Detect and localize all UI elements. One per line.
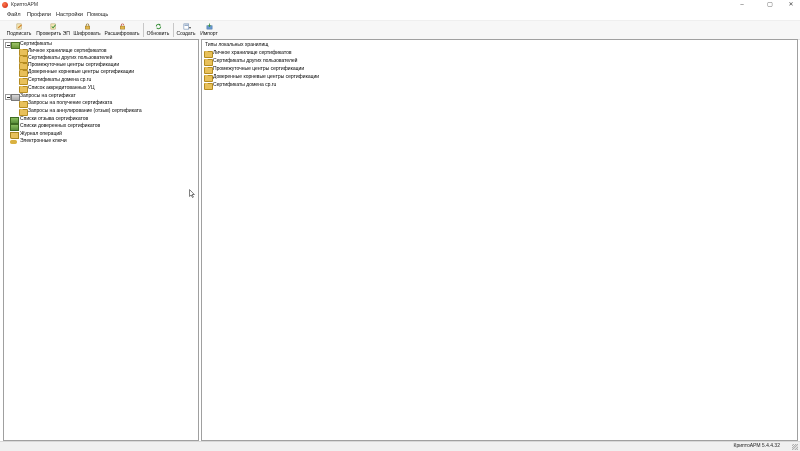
tree-node-revocation-requests[interactable]: Запросы на аннулирование (отзыв) сертифи…: [4, 108, 194, 116]
sign-label: Подписать: [6, 31, 32, 37]
import-button[interactable]: Импорт: [198, 22, 220, 38]
panel-header: Типы локальных хранилищ: [205, 42, 269, 48]
tree-node-revocation-lists[interactable]: Списки отзыва сертификатов: [4, 116, 194, 124]
verify-signature-label: Проверить ЭП: [36, 31, 70, 37]
minimize-button[interactable]: –: [735, 1, 749, 9]
sign-button[interactable]: Подписать: [5, 22, 33, 38]
folder-icon: [204, 58, 213, 66]
tree-node-domain-certs[interactable]: Сертификаты домена cp.ru: [4, 77, 194, 85]
folder-icon: [19, 108, 28, 116]
encrypt-lock-icon: [84, 23, 90, 30]
tree-node-issue-requests[interactable]: Запросы на получение сертификата: [4, 100, 194, 108]
tree-node-accredited-ca[interactable]: Список аккредитованных УЦ: [4, 85, 194, 93]
menu-help[interactable]: Помощь: [87, 12, 108, 18]
folder-icon: [204, 66, 213, 74]
store-types-panel: Типы локальных хранилищ Личное хранилище…: [201, 39, 798, 441]
menu-file[interactable]: Файл: [7, 12, 21, 18]
navigation-tree: Сертификаты Личное хранилище сертификато…: [3, 39, 199, 441]
menu-profiles[interactable]: Профили: [27, 12, 51, 18]
decrypt-unlock-icon: [119, 23, 125, 30]
tree-node-label: Доверенные корневые центры сертификации: [28, 69, 135, 75]
tree-node-label: Журнал операций: [20, 131, 62, 137]
app-logo-icon: [2, 2, 8, 8]
toolbar-separator: [173, 23, 174, 37]
toolbar: Подписать Проверить ЭП Шифровать Расшифр…: [0, 20, 800, 40]
folder-icon: [204, 50, 213, 58]
maximize-button[interactable]: ▢: [763, 1, 777, 9]
tree-node-intermediate-ca[interactable]: Промежуточные центры сертификации: [4, 62, 194, 70]
tree-node-label: Личное хранилище сертификатов: [28, 48, 107, 54]
folder-icon: [19, 69, 28, 77]
tree-node-other-users[interactable]: Сертификаты других пользователей: [4, 55, 194, 63]
verify-signature-button[interactable]: Проверить ЭП: [35, 22, 71, 38]
tree-node-label: Электронные ключи: [20, 138, 67, 144]
tree-node-trusted-root-ca[interactable]: Доверенные корневые центры сертификации: [4, 69, 194, 77]
tree-node-label: Сертификаты: [20, 41, 52, 47]
resize-grip-icon[interactable]: [792, 444, 798, 450]
refresh-icon: [155, 23, 161, 30]
list-item-label: Сертификаты других пользователей: [213, 58, 298, 64]
import-icon: [206, 23, 212, 30]
sign-pen-icon: [16, 23, 22, 30]
key-icon: [10, 139, 17, 144]
create-button[interactable]: ▾ Создать: [175, 22, 197, 38]
tree-node-label: Списки доверенных сертификатов: [20, 123, 101, 129]
menu-bar: Файл Профили Настройки Помощь: [0, 10, 800, 20]
tree-node-label: Сертификаты других пользователей: [28, 55, 113, 61]
window-title: КриптоАРМ: [11, 2, 38, 8]
encrypt-label: Шифровать: [73, 31, 101, 37]
decrypt-button[interactable]: Расшифровать: [103, 22, 141, 38]
chevron-down-icon[interactable]: ▾: [189, 25, 191, 30]
tree-node-label: Сертификаты домена cp.ru: [28, 77, 92, 83]
tree-node-label: Запросы на аннулирование (отзыв) сертифи…: [28, 108, 142, 114]
folder-icon: [204, 82, 213, 90]
decrypt-label: Расшифровать: [104, 31, 140, 37]
import-label: Импорт: [200, 31, 218, 37]
title-bar: КриптоАРМ – ▢ ✕: [0, 0, 800, 10]
folder-icon: [204, 74, 213, 82]
encrypt-button[interactable]: Шифровать: [72, 22, 102, 38]
folder-icon: [19, 85, 28, 93]
tree-node-label: Промежуточные центры сертификации: [28, 62, 120, 68]
toolbar-separator: [143, 23, 144, 37]
tree-node-label: Запросы на сертификат: [20, 93, 76, 99]
tree-node-label: Списки отзыва сертификатов: [20, 116, 89, 122]
tree-node-trusted-lists[interactable]: Списки доверенных сертификатов: [4, 123, 194, 131]
tree-node-certificates[interactable]: Сертификаты: [4, 41, 194, 49]
refresh-label: Обновить: [146, 31, 170, 37]
list-item-label: Личное хранилище сертификатов: [213, 50, 292, 56]
trusted-list-icon: [10, 124, 19, 131]
tree-node-label: Запросы на получение сертификата: [28, 100, 113, 106]
close-button[interactable]: ✕: [784, 1, 798, 9]
mouse-cursor-icon: [189, 189, 195, 198]
tree-node-certificate-requests[interactable]: Запросы на сертификат: [4, 93, 194, 101]
create-label: Создать: [176, 31, 196, 37]
folder-icon: [19, 100, 28, 108]
list-item-label: Доверенные корневые центры сертификации: [213, 74, 320, 80]
list-item-label: Промежуточные центры сертификации: [213, 66, 305, 72]
folder-icon: [19, 77, 28, 85]
tree-node-label: Список аккредитованных УЦ: [28, 85, 95, 91]
tree-node-operations-journal[interactable]: Журнал операций: [4, 131, 194, 139]
refresh-button[interactable]: Обновить: [145, 22, 171, 38]
menu-settings[interactable]: Настройки: [56, 12, 83, 18]
list-item-label: Сертификаты домена cp.ru: [213, 82, 277, 88]
verify-signature-icon: [50, 23, 56, 30]
tree-node-personal-store[interactable]: Личное хранилище сертификатов: [4, 48, 194, 56]
tree-node-electronic-keys[interactable]: Электронные ключи: [4, 138, 194, 145]
version-label: КриптоАРМ 5.4.4.32: [733, 443, 780, 449]
